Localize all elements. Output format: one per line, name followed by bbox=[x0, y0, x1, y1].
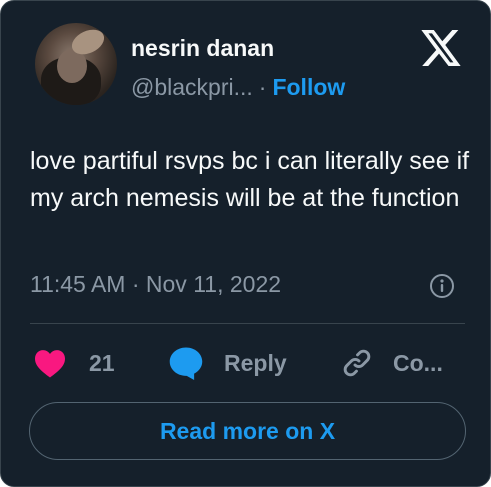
follow-button[interactable]: Follow bbox=[272, 74, 345, 100]
x-logo-icon[interactable] bbox=[421, 30, 461, 66]
like-count: 21 bbox=[89, 349, 115, 376]
info-icon[interactable] bbox=[429, 273, 455, 299]
reply-button[interactable]: Reply bbox=[168, 345, 287, 381]
author-name[interactable]: nesrin danan bbox=[131, 35, 274, 62]
divider bbox=[30, 323, 465, 324]
speech-bubble-icon bbox=[169, 347, 203, 380]
copy-link-button[interactable]: Co... bbox=[341, 345, 443, 381]
handle-separator: · bbox=[258, 74, 267, 100]
tweet-card: nesrin danan @blackpri... · Follow love pa… bbox=[0, 0, 491, 487]
author-handle[interactable]: @blackpri... bbox=[131, 74, 253, 100]
like-button[interactable]: 21 bbox=[33, 345, 115, 381]
read-more-button[interactable]: Read more on X bbox=[29, 402, 466, 460]
avatar[interactable] bbox=[35, 23, 117, 105]
copy-link-label: Co... bbox=[393, 349, 443, 376]
tweet-timestamp[interactable]: 11:45 AM · Nov 11, 2022 bbox=[30, 271, 281, 298]
tweet-text: love partiful rsvps bc i can literally s… bbox=[30, 147, 470, 212]
link-icon bbox=[343, 349, 371, 377]
author-handle-line: @blackpri... · Follow bbox=[131, 74, 345, 101]
heart-icon bbox=[35, 350, 65, 378]
reply-label: Reply bbox=[224, 349, 287, 376]
